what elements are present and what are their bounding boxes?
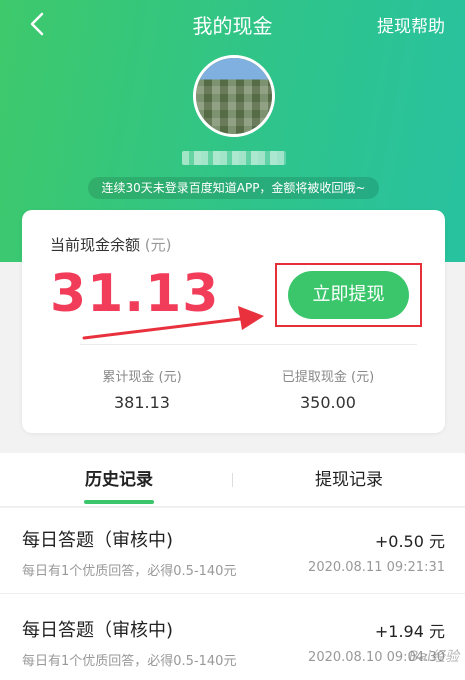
stat-withdrawn-cash: 已提取现金 (元) 350.00 bbox=[258, 366, 398, 412]
balance-amount: 31.13 bbox=[50, 264, 220, 324]
tab-separator bbox=[232, 473, 233, 487]
balance-unit: (元) bbox=[144, 236, 172, 254]
record-description: 每日有1个优质回答，必得0.5-140元 bbox=[22, 654, 237, 669]
watermark: Bai经验 bbox=[408, 649, 459, 665]
record-time: 2020.08.11 09:21:31 bbox=[308, 560, 445, 575]
withdraw-help-link[interactable]: 提现帮助 bbox=[377, 12, 445, 37]
withdraw-highlight-box: 立即提现 bbox=[275, 263, 422, 327]
stat-withdrawn-cash-value: 350.00 bbox=[300, 393, 356, 412]
record-list: 每日答题（审核中) 每日有1个优质回答，必得0.5-140元 +0.50 元 2… bbox=[0, 508, 465, 680]
list-item[interactable]: 每日答题（审核中) 每日有1个优质回答，必得0.5-140元 +0.50 元 2… bbox=[0, 508, 465, 594]
stat-total-cash: 累计现金 (元) 381.13 bbox=[72, 366, 212, 412]
record-amount: +0.50 元 bbox=[374, 532, 445, 551]
avatar[interactable] bbox=[193, 55, 275, 137]
username-blurred bbox=[182, 151, 286, 165]
record-title: 每日答题（审核中) bbox=[22, 530, 174, 551]
expiry-notice: 连续30天未登录百度知道APP，金额将被收回哦~ bbox=[88, 177, 379, 199]
tab-active-indicator bbox=[84, 500, 154, 504]
balance-label-text: 当前现金余额 bbox=[50, 236, 141, 254]
avatar-image-blurred bbox=[196, 58, 272, 134]
stat-withdrawn-cash-label: 已提取现金 (元) bbox=[281, 370, 375, 385]
card-divider bbox=[80, 344, 417, 345]
stat-total-cash-label: 累计现金 (元) bbox=[102, 370, 182, 385]
stat-total-cash-value: 381.13 bbox=[114, 393, 170, 412]
balance-label: 当前现金余额 (元) bbox=[50, 234, 172, 255]
tab-history[interactable]: 历史记录 bbox=[60, 453, 178, 507]
record-title: 每日答题（审核中) bbox=[22, 620, 174, 641]
record-tabs: 历史记录 提现记录 bbox=[0, 453, 465, 507]
list-item[interactable]: 每日答题（审核中) 每日有1个优质回答，必得0.5-140元 +1.94 元 2… bbox=[0, 598, 465, 680]
record-amount: +1.94 元 bbox=[374, 622, 445, 641]
tab-withdraw-records[interactable]: 提现记录 bbox=[290, 453, 408, 507]
balance-card: 当前现金余额 (元) 31.13 立即提现 累计现金 (元) 381.13 已提… bbox=[22, 210, 445, 433]
withdraw-now-button[interactable]: 立即提现 bbox=[288, 271, 409, 319]
record-description: 每日有1个优质回答，必得0.5-140元 bbox=[22, 564, 237, 579]
